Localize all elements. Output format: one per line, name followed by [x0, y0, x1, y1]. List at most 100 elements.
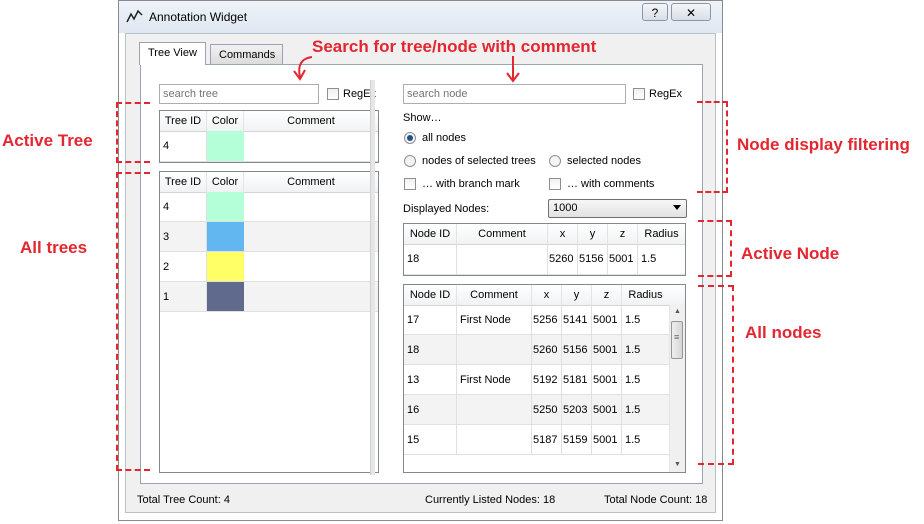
column-header[interactable]: Radius: [622, 285, 669, 305]
node-x-cell: 5192: [532, 365, 562, 395]
table-row[interactable]: 18 5260 5156 5001 1.5: [404, 335, 669, 365]
column-header[interactable]: Color: [207, 172, 244, 192]
node-z-cell: 5001: [592, 395, 622, 425]
annotation-node-filter: Node display filtering: [737, 135, 910, 154]
node-comment-cell: [457, 395, 532, 425]
all-nodes-radio[interactable]: [404, 132, 416, 144]
title-bar[interactable]: Annotation Widget ? ✕: [119, 1, 722, 33]
column-header[interactable]: Color: [207, 111, 244, 131]
selected-nodes-radio[interactable]: [549, 155, 561, 167]
node-regex-label: RegEx: [649, 88, 683, 100]
node-id-cell: 15: [404, 425, 457, 455]
annotation-widget-window: Annotation Widget ? ✕ Tree View Commands…: [118, 0, 723, 521]
column-header[interactable]: z: [592, 285, 622, 305]
tree-id-cell: 3: [160, 222, 207, 252]
tree-color-swatch: [207, 282, 244, 312]
column-header[interactable]: Comment: [457, 224, 548, 244]
node-x-cell: 5256: [532, 305, 562, 335]
window-client: Tree View Commands RegEx Tree ID Color C…: [125, 33, 716, 513]
column-header[interactable]: Comment: [244, 172, 378, 192]
table-row[interactable]: 4: [160, 131, 378, 162]
node-regex-checkbox[interactable]: [633, 88, 645, 100]
column-header[interactable]: x: [548, 224, 578, 244]
with-comments-label: … with comments: [567, 178, 655, 190]
node-comment-cell: [457, 335, 532, 365]
column-header[interactable]: Tree ID: [160, 172, 207, 192]
table-row[interactable]: 15 5187 5159 5001 1.5: [404, 425, 669, 455]
node-x-cell: 5250: [532, 395, 562, 425]
active-node-header: Node ID Comment x y z Radius: [404, 224, 685, 245]
column-header[interactable]: Radius: [638, 224, 685, 244]
node-id-cell: 16: [404, 395, 457, 425]
node-id-cell: 17: [404, 305, 457, 335]
arrow-down-icon: [506, 56, 520, 83]
column-header[interactable]: Node ID: [404, 285, 457, 305]
node-y-cell: 5203: [562, 395, 592, 425]
pane-splitter[interactable]: [370, 80, 375, 475]
node-id-cell: 18: [404, 244, 457, 275]
scroll-up-icon[interactable]: ▲: [670, 305, 685, 319]
node-y-cell: 5141: [562, 305, 592, 335]
table-row[interactable]: 17 First Node 5256 5141 5001 1.5: [404, 305, 669, 335]
node-y-cell: 5156: [578, 244, 608, 275]
line-chart-icon: [126, 9, 143, 23]
node-radius-cell: 1.5: [638, 244, 685, 275]
tree-id-cell: 2: [160, 252, 207, 282]
node-radius-cell: 1.5: [622, 305, 669, 335]
branch-mark-label: … with branch mark: [422, 178, 520, 190]
node-z-cell: 5001: [592, 335, 622, 365]
table-row[interactable]: 1: [160, 282, 378, 312]
table-row[interactable]: 2: [160, 252, 378, 282]
node-radius-cell: 1.5: [622, 395, 669, 425]
help-button[interactable]: ?: [642, 3, 668, 21]
table-row[interactable]: 18 5260 5156 5001 1.5: [404, 244, 685, 275]
column-header[interactable]: Comment: [457, 285, 532, 305]
displayed-nodes-select[interactable]: 1000: [548, 199, 687, 218]
all-nodes-label: all nodes: [422, 132, 467, 144]
tree-comment-cell: [244, 222, 378, 252]
column-header[interactable]: Tree ID: [160, 111, 207, 131]
all-trees-bracket: [116, 172, 150, 471]
column-header[interactable]: Node ID: [404, 224, 457, 244]
displayed-nodes-label: Displayed Nodes:: [403, 203, 490, 215]
search-node-input[interactable]: [403, 84, 626, 104]
active-node-bracket: [698, 220, 732, 277]
column-header[interactable]: y: [562, 285, 592, 305]
tree-id-cell: 4: [160, 192, 207, 222]
scroll-down-icon[interactable]: ▼: [670, 458, 685, 472]
close-button[interactable]: ✕: [671, 3, 711, 21]
node-y-cell: 5181: [562, 365, 592, 395]
selected-nodes-label: selected nodes: [567, 155, 641, 167]
tree-regex-checkbox[interactable]: [327, 88, 339, 100]
vertical-scrollbar[interactable]: ▲ ▼: [669, 305, 685, 472]
show-label: Show…: [403, 112, 442, 124]
column-header[interactable]: Comment: [244, 111, 378, 131]
all-trees-table: Tree ID Color Comment 4 3 2 1: [159, 171, 379, 473]
branch-mark-checkbox[interactable]: [404, 178, 416, 190]
node-id-cell: 13: [404, 365, 457, 395]
scroll-thumb[interactable]: [671, 321, 683, 359]
tree-id-cell: 1: [160, 282, 207, 312]
node-comment-cell: First Node: [457, 365, 532, 395]
table-row[interactable]: 3: [160, 222, 378, 252]
tree-comment-cell: [244, 282, 378, 312]
search-tree-input[interactable]: [159, 84, 319, 104]
tree-comment-cell: [244, 252, 378, 282]
node-z-cell: 5001: [592, 425, 622, 455]
table-row[interactable]: 4: [160, 192, 378, 222]
tab-tree-view[interactable]: Tree View: [139, 42, 206, 65]
node-radius-cell: 1.5: [622, 335, 669, 365]
column-header[interactable]: z: [608, 224, 638, 244]
all-nodes-bracket: [698, 285, 734, 465]
selected-trees-radio[interactable]: [404, 155, 416, 167]
annotation-active-node: Active Node: [741, 244, 840, 263]
column-header[interactable]: y: [578, 224, 608, 244]
table-row[interactable]: 16 5250 5203 5001 1.5: [404, 395, 669, 425]
total-tree-count: Total Tree Count: 4: [137, 494, 230, 506]
with-comments-checkbox[interactable]: [549, 178, 561, 190]
table-row[interactable]: 13 First Node 5192 5181 5001 1.5: [404, 365, 669, 395]
tab-commands[interactable]: Commands: [210, 44, 283, 64]
tree-id-cell: 4: [160, 131, 207, 162]
tree-color-swatch: [207, 222, 244, 252]
column-header[interactable]: x: [532, 285, 562, 305]
